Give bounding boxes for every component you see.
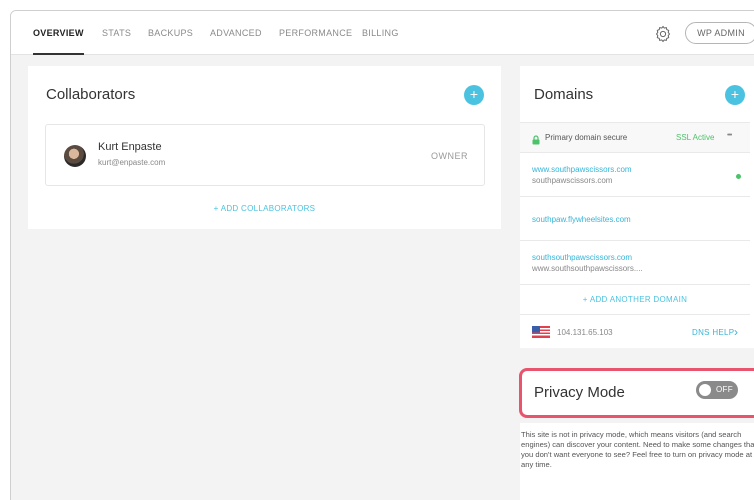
add-another-domain-link[interactable]: + ADD ANOTHER DOMAIN xyxy=(520,295,750,304)
app-window: OVERVIEW STATS BACKUPS ADVANCED PERFORMA… xyxy=(10,10,754,500)
toggle-state-label: OFF xyxy=(716,385,733,394)
domain-link[interactable]: www.southpawscissors.com xyxy=(532,165,632,174)
ssl-status-badge: SSL Active xyxy=(676,133,715,142)
domain-item[interactable]: southsouthpawscissors.com www.southsouth… xyxy=(520,240,750,284)
domain-link[interactable]: southsouthpawscissors.com xyxy=(532,253,632,262)
privacy-mode-description: This site is not in privacy mode, which … xyxy=(521,430,754,469)
tab-billing[interactable]: BILLING xyxy=(362,28,399,38)
lock-icon xyxy=(532,132,540,150)
domain-item[interactable]: www.southpawscissors.com southpawscissor… xyxy=(520,152,750,196)
tab-overview[interactable]: OVERVIEW xyxy=(33,28,84,55)
domains-card: Domains + Primary domain secure SSL Acti… xyxy=(520,66,754,348)
collaborator-row: Kurt Enpaste kurt@enpaste.com OWNER xyxy=(45,124,485,186)
more-options-icon[interactable]: ••• xyxy=(727,132,732,139)
us-flag-icon xyxy=(532,325,550,343)
dns-row: 104.131.65.103 DNS HELP › xyxy=(520,314,750,348)
collaborators-title: Collaborators xyxy=(46,86,136,103)
privacy-mode-title: Privacy Mode xyxy=(534,384,625,401)
privacy-mode-toggle[interactable]: OFF xyxy=(696,381,738,399)
collaborator-email: kurt@enpaste.com xyxy=(98,158,166,167)
domain-link[interactable]: southpaw.flywheelsites.com xyxy=(532,215,631,224)
gear-icon[interactable] xyxy=(653,24,673,44)
add-domain-button[interactable]: + xyxy=(725,85,745,105)
domain-item[interactable]: southpaw.flywheelsites.com xyxy=(520,196,750,240)
tab-performance[interactable]: PERFORMANCE xyxy=(279,28,352,38)
add-domain-row: + ADD ANOTHER DOMAIN xyxy=(520,284,750,314)
domain-alias: www.southsouthpawscissors.... xyxy=(532,264,643,273)
tab-stats[interactable]: STATS xyxy=(102,28,131,38)
top-navigation: OVERVIEW STATS BACKUPS ADVANCED PERFORMA… xyxy=(11,11,754,55)
ssl-status-row: Primary domain secure SSL Active ••• xyxy=(520,122,750,152)
add-collaborators-link[interactable]: + ADD COLLABORATORS xyxy=(28,204,501,213)
tab-advanced[interactable]: ADVANCED xyxy=(210,28,262,38)
collaborator-role-badge: OWNER xyxy=(431,151,468,161)
toggle-knob xyxy=(699,384,711,396)
collaborators-card: Collaborators + Kurt Enpaste kurt@enpast… xyxy=(28,66,501,229)
tab-backups[interactable]: BACKUPS xyxy=(148,28,193,38)
collaborator-name: Kurt Enpaste xyxy=(98,141,162,153)
domain-alias: southpawscissors.com xyxy=(532,176,613,185)
dns-help-link[interactable]: DNS HELP xyxy=(692,328,734,337)
avatar xyxy=(64,145,86,167)
privacy-mode-card: Privacy Mode OFF xyxy=(519,368,754,418)
primary-domain-indicator xyxy=(736,174,741,179)
domains-title: Domains xyxy=(534,86,594,103)
primary-domain-status: Primary domain secure xyxy=(545,133,628,142)
add-collaborator-button[interactable]: + xyxy=(464,85,484,105)
ip-address: 104.131.65.103 xyxy=(557,328,613,337)
chevron-right-icon: › xyxy=(734,325,738,339)
wp-admin-button[interactable]: WP ADMIN xyxy=(685,22,754,44)
